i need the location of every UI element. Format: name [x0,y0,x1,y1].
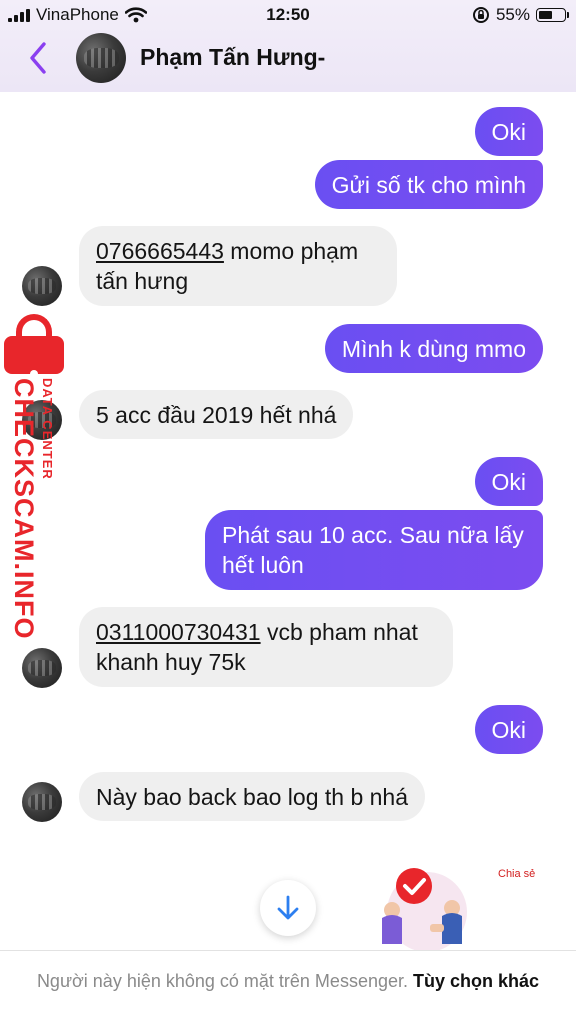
status-bar: VinaPhone 12:50 55% [0,0,576,30]
sender-avatar[interactable] [22,648,62,688]
message-list[interactable]: Oki Gửi số tk cho mình 0766665443 momo p… [0,92,576,950]
account-number-link[interactable]: 0766665443 [96,238,224,264]
footer-notice: Người này hiện không có mặt trên Messeng… [0,950,576,1024]
sender-avatar[interactable] [22,266,62,306]
watermark-subtext: DATA CENTER [40,378,55,480]
top-bar: VinaPhone 12:50 55% Phạm Tấn Hưng- [0,0,576,92]
scroll-to-bottom-button[interactable] [260,880,316,936]
message-bubble-incoming[interactable]: 0311000730431 vcb pham nhat khanh huy 75… [79,607,453,687]
offline-notice: Người này hiện không có mặt trên Messeng… [36,971,408,991]
message-bubble-incoming[interactable]: 0766665443 momo phạm tấn hưng [79,226,397,306]
contact-avatar[interactable] [76,33,126,83]
message-bubble-outgoing[interactable]: Oki [474,457,543,506]
message-bubble-outgoing[interactable]: Mình k dùng mmo [324,324,543,373]
sender-avatar[interactable] [22,782,62,822]
share-sticker-illustration[interactable] [372,864,482,954]
battery-icon [536,8,569,22]
message-bubble-outgoing[interactable]: Oki [474,107,543,156]
battery-percent: 55% [495,5,530,24]
message-text: Mình k dùng mmo [341,336,526,362]
message-bubble-outgoing[interactable]: Oki [474,705,543,754]
message-text: Này bao back bao log th b nhá [96,784,409,810]
message-bubble-incoming[interactable]: 5 acc đầu 2019 hết nhá [79,390,354,439]
message-text: Oki [491,469,527,495]
share-label[interactable]: Chia sẻ [498,868,535,880]
back-button[interactable] [22,38,58,78]
arrow-down-icon [277,895,299,920]
more-options-link[interactable]: Tùy chọn khác [413,971,539,991]
message-text: Oki [491,717,527,743]
message-bubble-outgoing[interactable]: Gửi số tk cho mình [314,160,543,209]
conversation-header: Phạm Tấn Hưng- [0,30,576,90]
message-bubble-incoming[interactable]: Này bao back bao log th b nhá [79,772,426,821]
watermark-text: CHECKSCAM.INFO [9,378,39,640]
message-text: Oki [491,119,527,145]
message-text: 5 acc đầu 2019 hết nhá [96,402,337,428]
message-text: Phát sau 10 acc. Sau nữa lấy hết luôn [222,522,524,578]
orientation-lock-icon [472,7,489,23]
contact-name[interactable]: Phạm Tấn Hưng- [140,44,325,71]
watermark: CHECKSCAM.INFO DATA CENTER [4,312,64,640]
message-bubble-outgoing[interactable]: Phát sau 10 acc. Sau nữa lấy hết luôn [205,510,543,590]
message-text: Gửi số tk cho mình [331,172,526,198]
account-number-link[interactable]: 0311000730431 [96,619,261,645]
